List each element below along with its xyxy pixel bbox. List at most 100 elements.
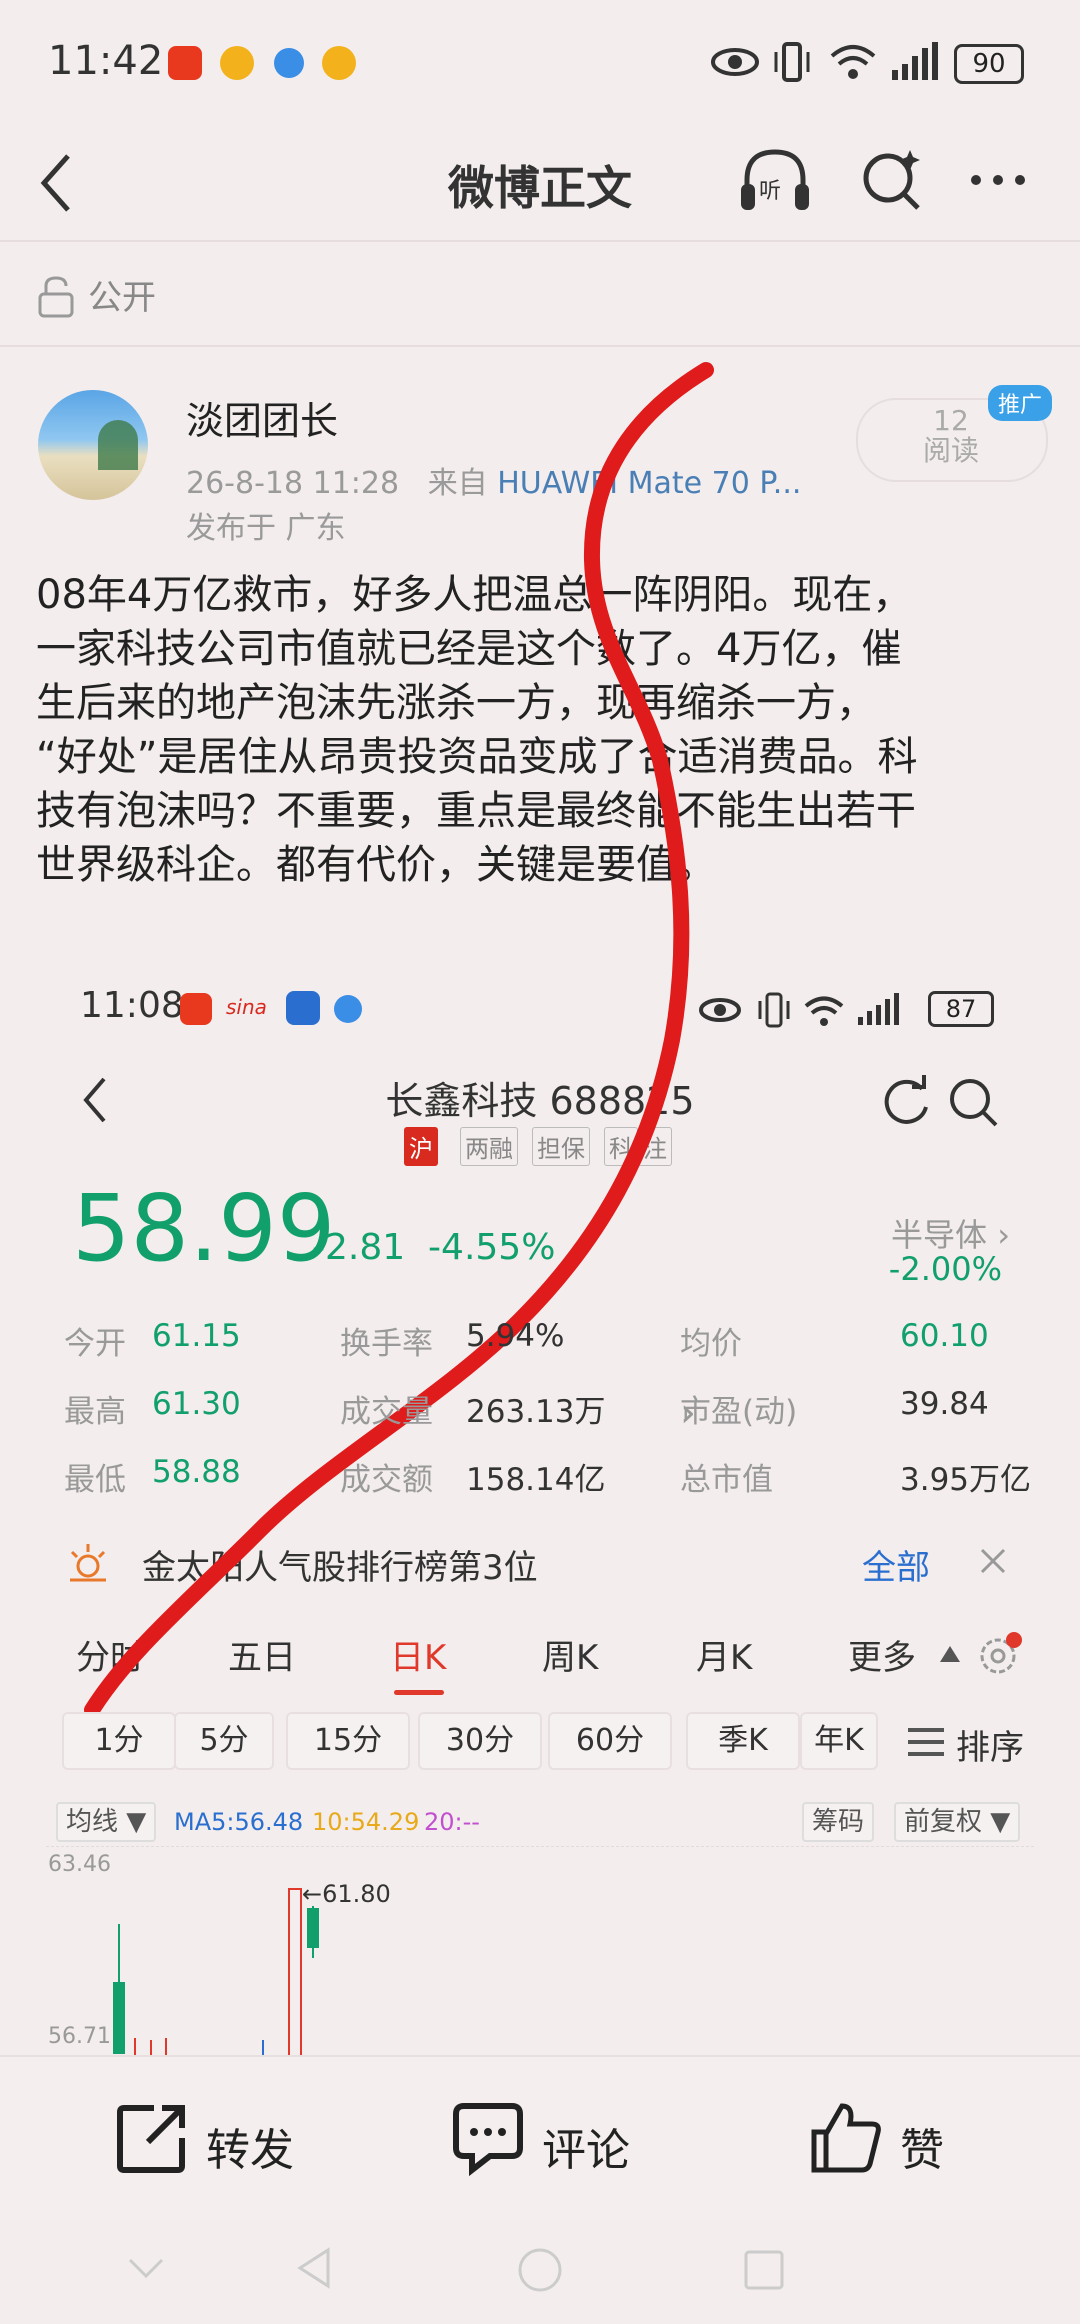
author-name[interactable]: 淡团团长 (186, 390, 338, 445)
nav-back-icon[interactable] (294, 2246, 334, 2290)
period-chip[interactable]: 年K (800, 1712, 878, 1770)
y-axis-low: 56.71 (48, 2024, 111, 2049)
sort-button[interactable]: 排序 (956, 1720, 1024, 1769)
stat-label: 均价 (680, 1326, 742, 1362)
repost-button[interactable]: 转发 (206, 2114, 294, 2178)
period-chip[interactable]: 30分 (418, 1712, 542, 1770)
tab-fenshi[interactable]: 分时 (76, 1630, 144, 1679)
tab-more[interactable]: 更多 (848, 1630, 916, 1679)
ma20-value: 20:-- (424, 1808, 480, 1836)
market-tag: 沪 (404, 1127, 438, 1166)
stat-value: 263.13万 (466, 1394, 606, 1430)
divider (0, 240, 1080, 242)
rank-banner-all[interactable]: 全部 (862, 1540, 930, 1589)
close-icon[interactable] (978, 1546, 1008, 1576)
vibrate-icon (758, 992, 790, 1028)
stat-value: 60.10 (900, 1318, 989, 1354)
stat-label: 市盈(动) (680, 1394, 798, 1430)
period-chip[interactable]: 季K (686, 1712, 800, 1770)
read-count-label: 阅读 (922, 434, 979, 467)
post-line: “好处”是居住从昂贵投资品变成了合适消费品。科 (36, 734, 918, 780)
eye-icon (711, 48, 759, 76)
listen-icon[interactable]: 听 (735, 144, 815, 216)
price-change-pct: -4.55% (428, 1227, 556, 1268)
repost-icon[interactable] (114, 2100, 190, 2176)
period-chip[interactable]: 5分 (174, 1712, 274, 1770)
battery-indicator: 90 (954, 44, 1024, 84)
candle-wick (134, 2038, 136, 2056)
visibility-label: 公开 (88, 278, 156, 318)
candle-body (307, 1908, 319, 1948)
rank-banner-text[interactable]: 金太阳人气股排行榜第3位 (142, 1540, 538, 1589)
eye-icon (699, 998, 741, 1022)
post-location: 发布于 广东 (186, 511, 346, 546)
sector-name: 半导体 (891, 1216, 988, 1254)
unlock-icon (38, 276, 74, 318)
ma-select[interactable]: 均线 ▼ (56, 1802, 157, 1842)
period-chip[interactable]: 15分 (286, 1712, 410, 1770)
comment-icon[interactable] (450, 2100, 526, 2176)
active-tab-indicator (394, 1690, 444, 1695)
like-button[interactable]: 赞 (900, 2114, 944, 2178)
stat-value: 61.15 (152, 1318, 241, 1354)
nav-home-icon[interactable] (516, 2246, 564, 2294)
registration-tag: 注 (638, 1127, 672, 1166)
candle-wick (165, 2038, 167, 2056)
promote-badge[interactable]: 推广 (988, 385, 1053, 421)
post-line: 生后来的地产泡沫先涨杀一方，现再缩杀一方， (36, 680, 876, 726)
stat-label: 最高 (64, 1394, 126, 1430)
chips-button[interactable]: 筹码 (802, 1802, 875, 1842)
like-icon[interactable] (808, 2100, 884, 2176)
divider (0, 2055, 1080, 2057)
candle-body (113, 1982, 125, 2054)
post-meta: 26-8-18 11:28 来自 HUAWEI Mate 70 P... (186, 458, 801, 502)
signal-icon (858, 993, 899, 1025)
wifi-icon (804, 996, 844, 1026)
current-price: 58.99 (72, 1175, 336, 1282)
vibrate-icon (774, 42, 810, 82)
weibo-app-icon (220, 46, 254, 80)
ma10-value: 10:54.29 (312, 1808, 420, 1836)
ma-line (262, 2040, 264, 2056)
post-line: 世界级科企。都有代价，关键是要值。 (36, 842, 716, 888)
svg-text:听: 听 (759, 179, 781, 204)
gear-icon[interactable] (976, 1632, 1022, 1678)
ma-select-label: 均线 (66, 1807, 119, 1837)
search-icon[interactable] (944, 1073, 1004, 1129)
refresh-icon[interactable] (876, 1073, 936, 1129)
post-body: 08年4万亿救市，好多人把温总一阵阴阳。现在， 一家科技公司市值就已经是这个数了… (36, 568, 1046, 892)
period-chip[interactable]: 60分 (548, 1712, 672, 1770)
post-date: 26-8-18 11:28 (186, 466, 400, 501)
triangle-up-icon (940, 1646, 960, 1662)
browser-app-icon (334, 995, 362, 1023)
huawei-app-icon (180, 993, 212, 1025)
tab-weekly-k[interactable]: 周K (542, 1630, 598, 1679)
more-icon[interactable] (966, 170, 1046, 190)
nav-recents-icon[interactable] (742, 2248, 786, 2292)
tab-five-day[interactable]: 五日 (228, 1630, 296, 1679)
stat-label: 换手率 (340, 1326, 433, 1362)
caret-down-icon: ▼ (990, 1807, 1011, 1837)
candle-body (288, 1888, 302, 2058)
post-line: 一家科技公司市值就已经是这个数了。4万亿，催 (36, 626, 902, 672)
post-line: 08年4万亿救市，好多人把温总一阵阴阳。现在， (36, 572, 913, 618)
chevron-down-icon[interactable] (126, 2256, 166, 2280)
tab-daily-k[interactable]: 日K (390, 1630, 446, 1679)
price-change: -2.81 -4.55% (312, 1227, 555, 1268)
post-device[interactable]: HUAWEI Mate 70 P... (497, 466, 801, 501)
stat-label: 最低 (64, 1462, 126, 1498)
stat-label: 总市值 (680, 1462, 773, 1498)
period-chip[interactable]: 1分 (62, 1712, 176, 1770)
top-nav-bar: 微博正文 听 (0, 130, 1080, 240)
avatar[interactable] (38, 390, 148, 500)
app-icon (286, 991, 320, 1025)
kline-chart[interactable] (46, 1846, 1034, 2057)
status-bar: 11:42 90 (0, 0, 1080, 130)
stat-label: 今开 (64, 1326, 126, 1362)
ma5-value: MA5:56.48 (174, 1808, 304, 1836)
comment-button[interactable]: 评论 (542, 2114, 630, 2178)
tab-monthly-k[interactable]: 月K (696, 1630, 752, 1679)
search-icon[interactable] (858, 144, 928, 214)
adjust-select[interactable]: 前复权 ▼ (894, 1802, 1021, 1842)
huawei-app-icon (168, 46, 202, 80)
